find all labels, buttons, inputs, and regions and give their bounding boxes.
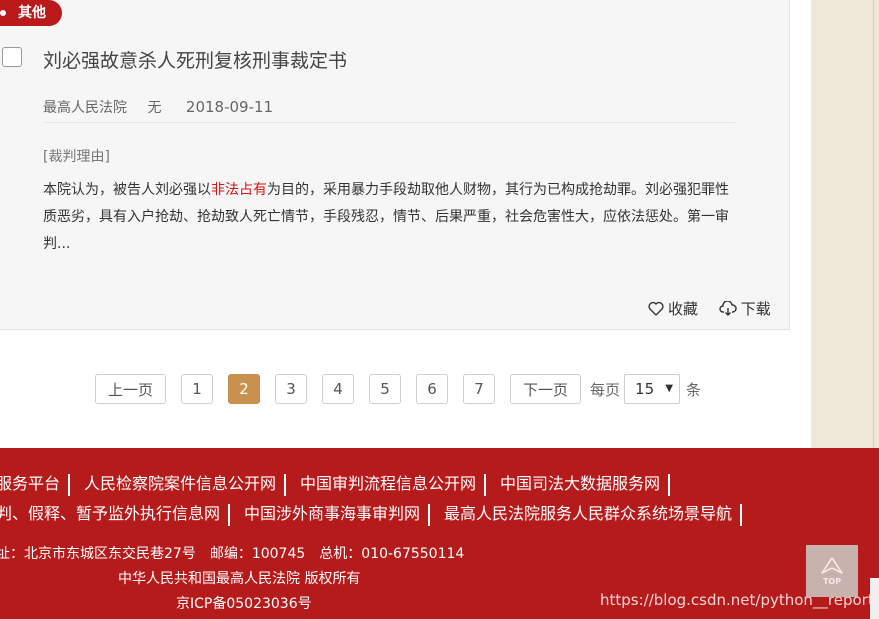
page-5-button[interactable]: 5 bbox=[369, 374, 402, 404]
footer-link[interactable]: 最高人民法院服务人民群众系统场景导航 bbox=[444, 504, 732, 523]
favorite-button[interactable]: 收藏 bbox=[648, 298, 698, 319]
footer-icp[interactable]: 京ICP备05023036号 bbox=[176, 593, 312, 613]
category-tag-label: 其他 bbox=[18, 5, 46, 21]
prev-page-button[interactable]: 上一页 bbox=[95, 374, 167, 404]
page-7-button[interactable]: 7 bbox=[463, 374, 496, 404]
scrollbar-edge[interactable] bbox=[870, 578, 879, 619]
chevron-down-icon: ▼ bbox=[665, 383, 674, 394]
footer-postcode: 邮编：100745 bbox=[209, 546, 306, 562]
per-page-select[interactable]: 15 ▼ bbox=[624, 374, 681, 404]
back-to-top-label: TOP bbox=[822, 577, 842, 586]
back-to-top-button[interactable]: TOP bbox=[806, 545, 858, 597]
arrow-up-icon bbox=[821, 557, 843, 574]
footer-phone: 总机：010-67550114 bbox=[319, 546, 465, 562]
per-page-label: 每页 bbox=[590, 380, 621, 399]
tag-dot-icon bbox=[0, 10, 6, 16]
reason-label: [裁判理由] bbox=[43, 149, 110, 165]
footer-link[interactable]: 人民检察院案件信息公开网 bbox=[84, 474, 276, 493]
reason-text-pre: 本院认为，被告人刘必强以 bbox=[43, 182, 211, 198]
next-page-button[interactable]: 下一页 bbox=[510, 374, 582, 404]
card-divider bbox=[43, 122, 735, 123]
site-footer: 服务平台 人民检察院案件信息公开网 中国审判流程信息公开网 中国司法大数据服务网 判、… bbox=[0, 448, 879, 619]
page-2-button[interactable]: 2 bbox=[228, 374, 261, 404]
per-page-value: 15 bbox=[635, 380, 655, 398]
right-sidebar-strip bbox=[811, 0, 879, 450]
page-6-button[interactable]: 6 bbox=[416, 374, 449, 404]
meta-date: 2018-09-11 bbox=[185, 98, 274, 116]
reason-text: 本院认为，被告人刘必强以非法占有为目的，采用暴力手段劫取他人财物，其行为已构成抢… bbox=[43, 177, 738, 258]
per-page-unit: 条 bbox=[686, 380, 702, 399]
link-separator bbox=[668, 473, 671, 496]
link-separator bbox=[284, 473, 287, 496]
footer-links-row-1: 服务平台 人民检察院案件信息公开网 中国审判流程信息公开网 中国司法大数据服务网 bbox=[0, 470, 684, 496]
footer-contact: 址：北京市东城区东交民巷27号 邮编：100745 总机：010-67550114 bbox=[0, 543, 478, 563]
footer-copyright: 中华人民共和国最高人民法院 版权所有 bbox=[118, 571, 361, 587]
download-label: 下载 bbox=[740, 300, 771, 318]
card-actions: 收藏 下载 bbox=[648, 298, 787, 320]
link-separator bbox=[484, 473, 487, 496]
meta-court: 最高人民法院 bbox=[43, 100, 127, 116]
page-1-button[interactable]: 1 bbox=[181, 374, 214, 404]
footer-link[interactable]: 中国涉外商事海事审判网 bbox=[244, 504, 420, 523]
link-separator bbox=[68, 473, 71, 496]
category-tag: 其他 bbox=[0, 0, 62, 26]
link-separator bbox=[228, 503, 231, 526]
link-separator bbox=[740, 503, 743, 526]
heart-icon bbox=[648, 301, 664, 316]
meta-case-no: 无 bbox=[147, 100, 162, 116]
page-3-button[interactable]: 3 bbox=[275, 374, 308, 404]
document-meta: 最高人民法院 无 2018-09-11 bbox=[43, 97, 289, 117]
cloud-download-icon bbox=[719, 301, 737, 316]
select-checkbox[interactable] bbox=[2, 47, 22, 67]
page-4-button[interactable]: 4 bbox=[322, 374, 355, 404]
footer-links-row-2: 判、假释、暂予监外执行信息网 中国涉外商事海事审判网 最高人民法院服务人民群众系统场… bbox=[0, 500, 756, 526]
download-button[interactable]: 下载 bbox=[719, 298, 771, 319]
strip-border bbox=[873, 0, 874, 450]
reason-highlight: 非法占有 bbox=[211, 182, 267, 198]
favorite-label: 收藏 bbox=[668, 300, 699, 318]
footer-link[interactable]: 判、假释、暂予监外执行信息网 bbox=[0, 504, 220, 523]
footer-link[interactable]: 中国审判流程信息公开网 bbox=[300, 474, 476, 493]
result-card: 其他 刘必强故意杀人死刑复核刑事裁定书 最高人民法院 无 2018-09-11 … bbox=[0, 0, 790, 330]
link-separator bbox=[428, 503, 431, 526]
document-title[interactable]: 刘必强故意杀人死刑复核刑事裁定书 bbox=[43, 46, 347, 73]
footer-link[interactable]: 中国司法大数据服务网 bbox=[500, 474, 660, 493]
pagination: 上一页 1 2 3 4 5 6 7 下一页 每页 15 ▼ 条 bbox=[95, 373, 701, 405]
footer-link[interactable]: 服务平台 bbox=[0, 474, 60, 493]
footer-address: 址：北京市东城区东交民巷27号 bbox=[0, 546, 196, 562]
